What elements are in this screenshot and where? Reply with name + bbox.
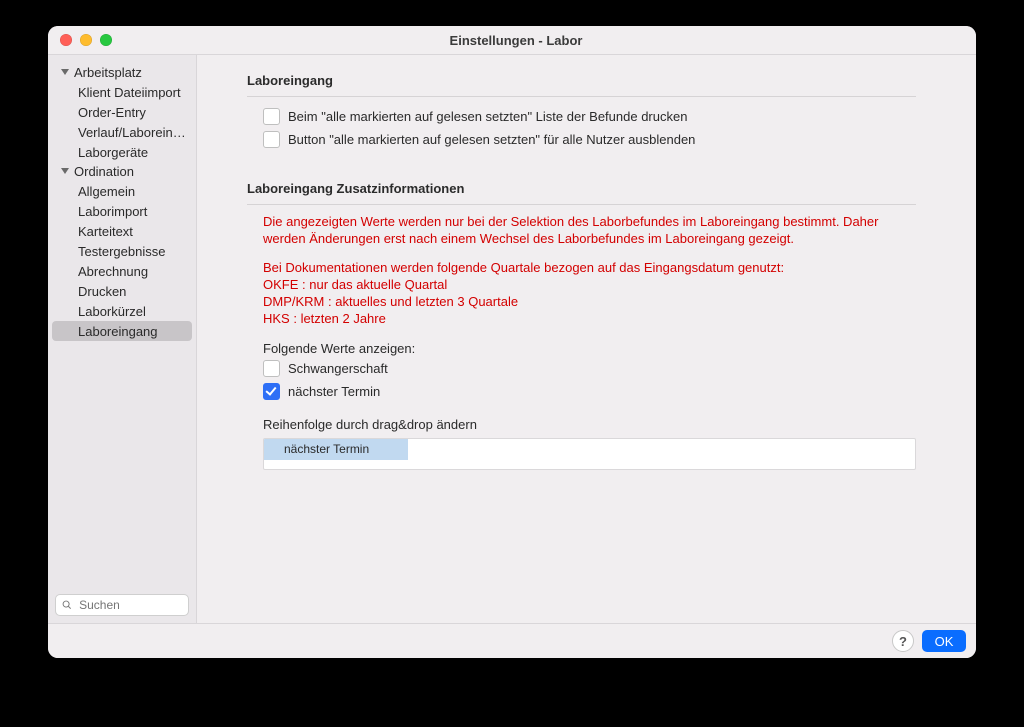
option-print-list-label: Beim "alle markierten auf gelesen setzte… (288, 109, 687, 124)
sidebar-item-testergebnisse[interactable]: Testergebnisse (52, 241, 192, 261)
window-title: Einstellungen - Labor (112, 33, 920, 48)
section-title-laboreingang: Laboreingang (247, 73, 916, 88)
sidebar-item-laborimport[interactable]: Laborimport (52, 201, 192, 221)
value-naechster-termin-label: nächster Termin (288, 384, 380, 399)
reorder-list-item[interactable]: nächster Termin (264, 439, 408, 460)
info-notice: Die angezeigten Werte werden nur bei der… (263, 213, 916, 327)
option-print-list-row: Beim "alle markierten auf gelesen setzte… (263, 108, 916, 125)
value-naechster-termin-row: nächster Termin (263, 383, 916, 400)
option-hide-button-label: Button "alle markierten auf gelesen setz… (288, 132, 695, 147)
sidebar-item-laborkuerzel[interactable]: Laborkürzel (52, 301, 192, 321)
info-notice-line: Die angezeigten Werte werden nur bei der… (263, 213, 916, 247)
sidebar-item-verlauf-laboreingang[interactable]: Verlauf/Laboreing… (52, 122, 192, 142)
zoom-window-icon[interactable] (100, 34, 112, 46)
titlebar: Einstellungen - Labor (48, 26, 976, 55)
option-hide-button-row: Button "alle markierten auf gelesen setz… (263, 131, 916, 148)
info-notice-line: OKFE : nur das aktuelle Quartal (263, 276, 916, 293)
sidebar-item-order-entry[interactable]: Order-Entry (52, 102, 192, 122)
reorder-list[interactable]: nächster Termin (263, 438, 916, 470)
ok-button[interactable]: OK (922, 630, 966, 652)
help-button[interactable]: ? (892, 630, 914, 652)
search-icon (62, 599, 72, 611)
info-notice-line: Bei Dokumentationen werden folgende Quar… (263, 259, 916, 276)
info-notice-line: DMP/KRM : aktuelles und letzten 3 Quarta… (263, 293, 916, 310)
section-title-zusatzinfo: Laboreingang Zusatzinformationen (247, 181, 916, 196)
sidebar-item-drucken[interactable]: Drucken (52, 281, 192, 301)
sidebar-item-karteitext[interactable]: Karteitext (52, 221, 192, 241)
value-schwangerschaft-checkbox[interactable] (263, 360, 280, 377)
footer: ? OK (48, 623, 976, 658)
sidebar-group-label: Ordination (74, 164, 134, 179)
traffic-lights (60, 34, 112, 46)
sidebar-search[interactable] (55, 594, 189, 616)
info-notice-line: HKS : letzten 2 Jahre (263, 310, 916, 327)
chevron-down-icon (61, 68, 71, 78)
value-schwangerschaft-row: Schwangerschaft (263, 360, 916, 377)
preferences-window: Einstellungen - Labor Arbeitsplatz Klien… (48, 26, 976, 658)
sidebar-item-klient-dateiimport[interactable]: Klient Dateiimport (52, 82, 192, 102)
minimize-window-icon[interactable] (80, 34, 92, 46)
value-naechster-termin-checkbox[interactable] (263, 383, 280, 400)
chevron-down-icon (61, 167, 71, 177)
sidebar: Arbeitsplatz Klient Dateiimport Order-En… (48, 55, 197, 623)
divider (247, 204, 916, 205)
sidebar-item-allgemein[interactable]: Allgemein (52, 181, 192, 201)
sidebar-item-laboreingang[interactable]: Laboreingang (52, 321, 192, 341)
sidebar-group-label: Arbeitsplatz (74, 65, 142, 80)
close-window-icon[interactable] (60, 34, 72, 46)
sidebar-item-abrechnung[interactable]: Abrechnung (52, 261, 192, 281)
sidebar-group-ordination[interactable]: Ordination (48, 162, 196, 181)
sidebar-search-input[interactable] (77, 597, 182, 613)
option-print-list-checkbox[interactable] (263, 108, 280, 125)
value-schwangerschaft-label: Schwangerschaft (288, 361, 388, 376)
sidebar-item-laborgeraete[interactable]: Laborgeräte (52, 142, 192, 162)
reorder-label: Reihenfolge durch drag&drop ändern (263, 417, 916, 432)
sidebar-tree: Arbeitsplatz Klient Dateiimport Order-En… (48, 55, 196, 341)
option-hide-button-checkbox[interactable] (263, 131, 280, 148)
content-pane: Laboreingang Beim "alle markierten auf g… (197, 55, 976, 623)
sidebar-search-wrap (48, 587, 196, 623)
values-label: Folgende Werte anzeigen: (263, 341, 916, 356)
window-body: Arbeitsplatz Klient Dateiimport Order-En… (48, 55, 976, 623)
divider (247, 96, 916, 97)
sidebar-group-arbeitsplatz[interactable]: Arbeitsplatz (48, 63, 196, 82)
